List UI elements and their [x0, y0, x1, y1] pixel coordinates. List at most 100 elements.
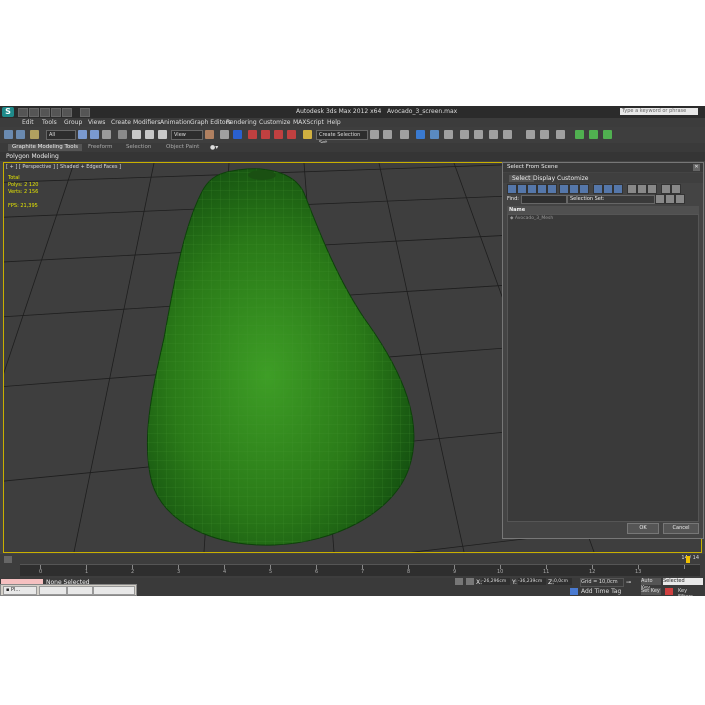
redo-icon[interactable] — [16, 130, 25, 139]
app-logo-icon[interactable]: S — [2, 107, 14, 117]
time-slider-handle[interactable] — [686, 556, 690, 563]
select-invert-icon[interactable] — [647, 184, 657, 194]
key-icon[interactable]: ⊸ — [626, 579, 631, 586]
menu-customize[interactable]: Customize — [259, 119, 291, 126]
display-spacewarps-icon[interactable] — [559, 184, 569, 194]
filter-icon[interactable] — [661, 184, 671, 194]
tab-graphite-modeling-tools[interactable]: Graphite Modeling Tools — [8, 144, 83, 151]
dialog-title-bar[interactable]: Select From Scene ✕ — [503, 163, 703, 172]
keyboard-shortcut-icon[interactable] — [233, 130, 242, 139]
menu-group[interactable]: Group — [64, 119, 82, 126]
hierarchy-view-icon[interactable] — [665, 194, 675, 204]
selection-filter-dropdown[interactable]: All — [46, 130, 76, 140]
rotate-icon[interactable] — [145, 130, 154, 139]
rendered-frame-icon[interactable] — [489, 130, 498, 139]
taskbar-item[interactable]: ▪ Pl... — [3, 586, 37, 595]
time-slider[interactable]: 14 / 14 0 1 2 3 4 5 6 7 8 9 10 11 12 13 — [0, 554, 705, 578]
render-setup-icon[interactable] — [474, 130, 483, 139]
display-bones-icon[interactable] — [593, 184, 603, 194]
list-item[interactable]: ◆ Avocado_3_Mesh — [510, 216, 553, 221]
mirror-icon[interactable] — [370, 130, 379, 139]
menu-create[interactable]: Create — [111, 119, 131, 126]
set-key-button[interactable]: Set Key — [641, 588, 661, 595]
redo-icon[interactable] — [62, 108, 72, 117]
pivot-center-icon[interactable] — [205, 130, 214, 139]
select-manipulate-icon[interactable] — [220, 130, 229, 139]
menu-modifiers[interactable]: Modifiers — [133, 119, 160, 126]
display-helpers-icon[interactable] — [547, 184, 557, 194]
reference-coordinate-dropdown[interactable]: View — [171, 130, 203, 140]
tab-selection[interactable]: Selection — [122, 144, 155, 151]
key-filters-button[interactable]: Key Filters... — [678, 588, 705, 596]
effects-icon[interactable] — [556, 130, 565, 139]
display-xrefs-icon[interactable] — [579, 184, 589, 194]
ribbon-options-icon[interactable]: ●▾ — [210, 144, 218, 151]
select-none-icon[interactable] — [637, 184, 647, 194]
angle-snap-icon[interactable] — [261, 130, 270, 139]
key-mode-dropdown[interactable]: Selected — [663, 578, 703, 585]
time-tag-icon[interactable] — [570, 588, 578, 595]
relax-icon[interactable] — [589, 130, 598, 139]
time-configuration-icon[interactable] — [4, 556, 12, 563]
open-file-icon[interactable] — [29, 108, 39, 117]
display-geometry-icon[interactable] — [507, 184, 517, 194]
lock-selection-icon[interactable] — [455, 578, 463, 585]
display-cameras-icon[interactable] — [537, 184, 547, 194]
options-icon[interactable] — [675, 194, 685, 204]
polygon-modeling-panel[interactable]: Polygon Modeling — [6, 153, 59, 160]
close-icon[interactable]: ✕ — [693, 164, 700, 171]
set-key-icon[interactable] — [665, 588, 673, 595]
move-icon[interactable] — [132, 130, 141, 139]
list-column-header[interactable]: Name — [507, 206, 699, 214]
project-folder-icon[interactable] — [80, 108, 90, 117]
dialog-menu-select[interactable]: Select — [509, 175, 534, 182]
percent-snap-icon[interactable] — [274, 130, 283, 139]
auto-key-button[interactable]: Auto Key — [641, 578, 661, 591]
menu-tools[interactable]: Tools — [42, 119, 57, 126]
conform-icon[interactable] — [603, 130, 612, 139]
layer-manager-icon[interactable] — [400, 130, 409, 139]
filter-clear-icon[interactable] — [671, 184, 681, 194]
undo-icon[interactable] — [4, 130, 13, 139]
scene-object-list[interactable]: ◆ Avocado_3_Mesh — [507, 214, 699, 522]
save-file-icon[interactable] — [40, 108, 50, 117]
taskbar-item-viewer[interactable] — [67, 586, 93, 595]
window-crossing-icon[interactable] — [118, 130, 127, 139]
schematic-view-icon[interactable] — [444, 130, 453, 139]
display-lights-icon[interactable] — [527, 184, 537, 194]
curve-editor-icon[interactable] — [430, 130, 439, 139]
menu-views[interactable]: Views — [88, 119, 105, 126]
dialog-menu-customize[interactable]: Customize — [557, 175, 589, 182]
cancel-button[interactable]: Cancel — [663, 523, 699, 534]
rebuild-icon[interactable] — [575, 130, 584, 139]
spinner-snap-icon[interactable] — [287, 130, 296, 139]
render-production-icon[interactable] — [503, 130, 512, 139]
snap-toggle-icon[interactable] — [248, 130, 257, 139]
edit-named-selection-icon[interactable] — [303, 130, 312, 139]
selection-set-dropdown[interactable]: Selection Set: — [567, 195, 655, 204]
display-shapes-icon[interactable] — [517, 184, 527, 194]
search-input[interactable]: Type a keyword or phrase — [620, 108, 698, 115]
select-object-icon[interactable] — [78, 130, 87, 139]
tab-freeform[interactable]: Freeform — [84, 144, 117, 151]
tab-object-paint[interactable]: Object Paint — [162, 144, 203, 151]
menu-help[interactable]: Help — [327, 119, 341, 126]
new-file-icon[interactable] — [18, 108, 28, 117]
add-time-tag[interactable]: Add Time Tag — [581, 588, 621, 595]
link-icon[interactable] — [30, 130, 39, 139]
dialog-menu-display[interactable]: Display — [533, 175, 555, 182]
display-groups-icon[interactable] — [569, 184, 579, 194]
absolute-mode-icon[interactable] — [466, 578, 474, 585]
menu-edit[interactable]: Edit — [22, 119, 34, 126]
list-view-icon[interactable] — [655, 194, 665, 204]
menu-animation[interactable]: Animation — [160, 119, 191, 126]
viewport-label[interactable]: [ + ] [ Perspective ] [ Shaded + Edged F… — [6, 164, 121, 170]
find-input[interactable] — [521, 195, 567, 204]
undo-icon[interactable] — [51, 108, 61, 117]
z-coordinate-field[interactable]: 0,0cm — [554, 578, 572, 585]
menu-maxscript[interactable]: MAXScript — [293, 119, 324, 126]
select-by-name-icon[interactable] — [90, 130, 99, 139]
display-all-icon[interactable] — [603, 184, 613, 194]
render-icon[interactable] — [526, 130, 535, 139]
material-editor-icon[interactable] — [460, 130, 469, 139]
